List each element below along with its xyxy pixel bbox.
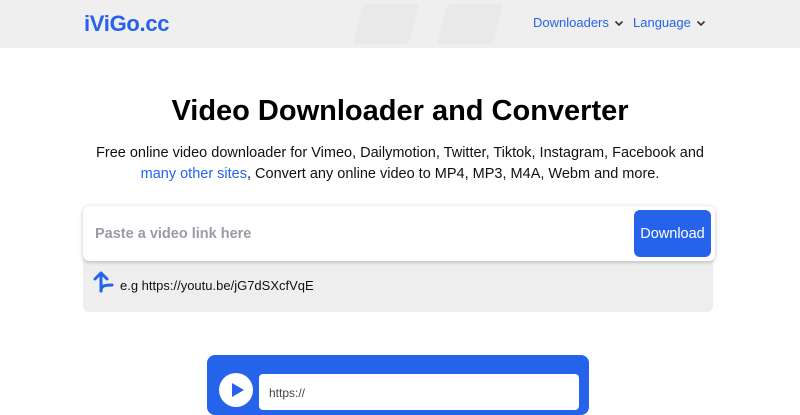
video-link-input[interactable]	[95, 214, 625, 254]
chevron-down-icon	[696, 20, 705, 26]
video-preview-card: https://	[207, 355, 589, 415]
play-button[interactable]	[219, 373, 253, 407]
chevron-down-icon	[614, 20, 623, 26]
nav-downloaders[interactable]: Downloaders	[533, 15, 624, 30]
example-link-text: e.g https://youtu.be/jG7dSXcfVqE	[120, 278, 314, 293]
arrow-up-left-icon	[93, 271, 114, 293]
header: iViGo.cc Downloaders Language	[0, 0, 800, 48]
logo[interactable]: iViGo.cc	[84, 11, 170, 37]
page-subtitle: Free online video downloader for Vimeo, …	[80, 143, 720, 185]
nav-downloaders-label: Downloaders	[533, 15, 609, 30]
download-button[interactable]: Download	[634, 210, 711, 257]
play-icon	[232, 383, 244, 397]
nav-language[interactable]: Language	[633, 15, 706, 30]
page-title: Video Downloader and Converter	[171, 95, 629, 127]
preview-url-field[interactable]: https://	[259, 374, 579, 410]
subtitle-text-end: , Convert any online video to MP4, MP3, …	[247, 166, 660, 182]
nav-language-label: Language	[633, 15, 691, 30]
header-decoration	[353, 4, 419, 44]
search-box: Download	[83, 206, 715, 261]
header-decoration	[437, 4, 503, 44]
subtitle-text: Free online video downloader for Vimeo, …	[96, 145, 704, 161]
many-other-sites-link[interactable]: many other sites	[141, 166, 247, 182]
